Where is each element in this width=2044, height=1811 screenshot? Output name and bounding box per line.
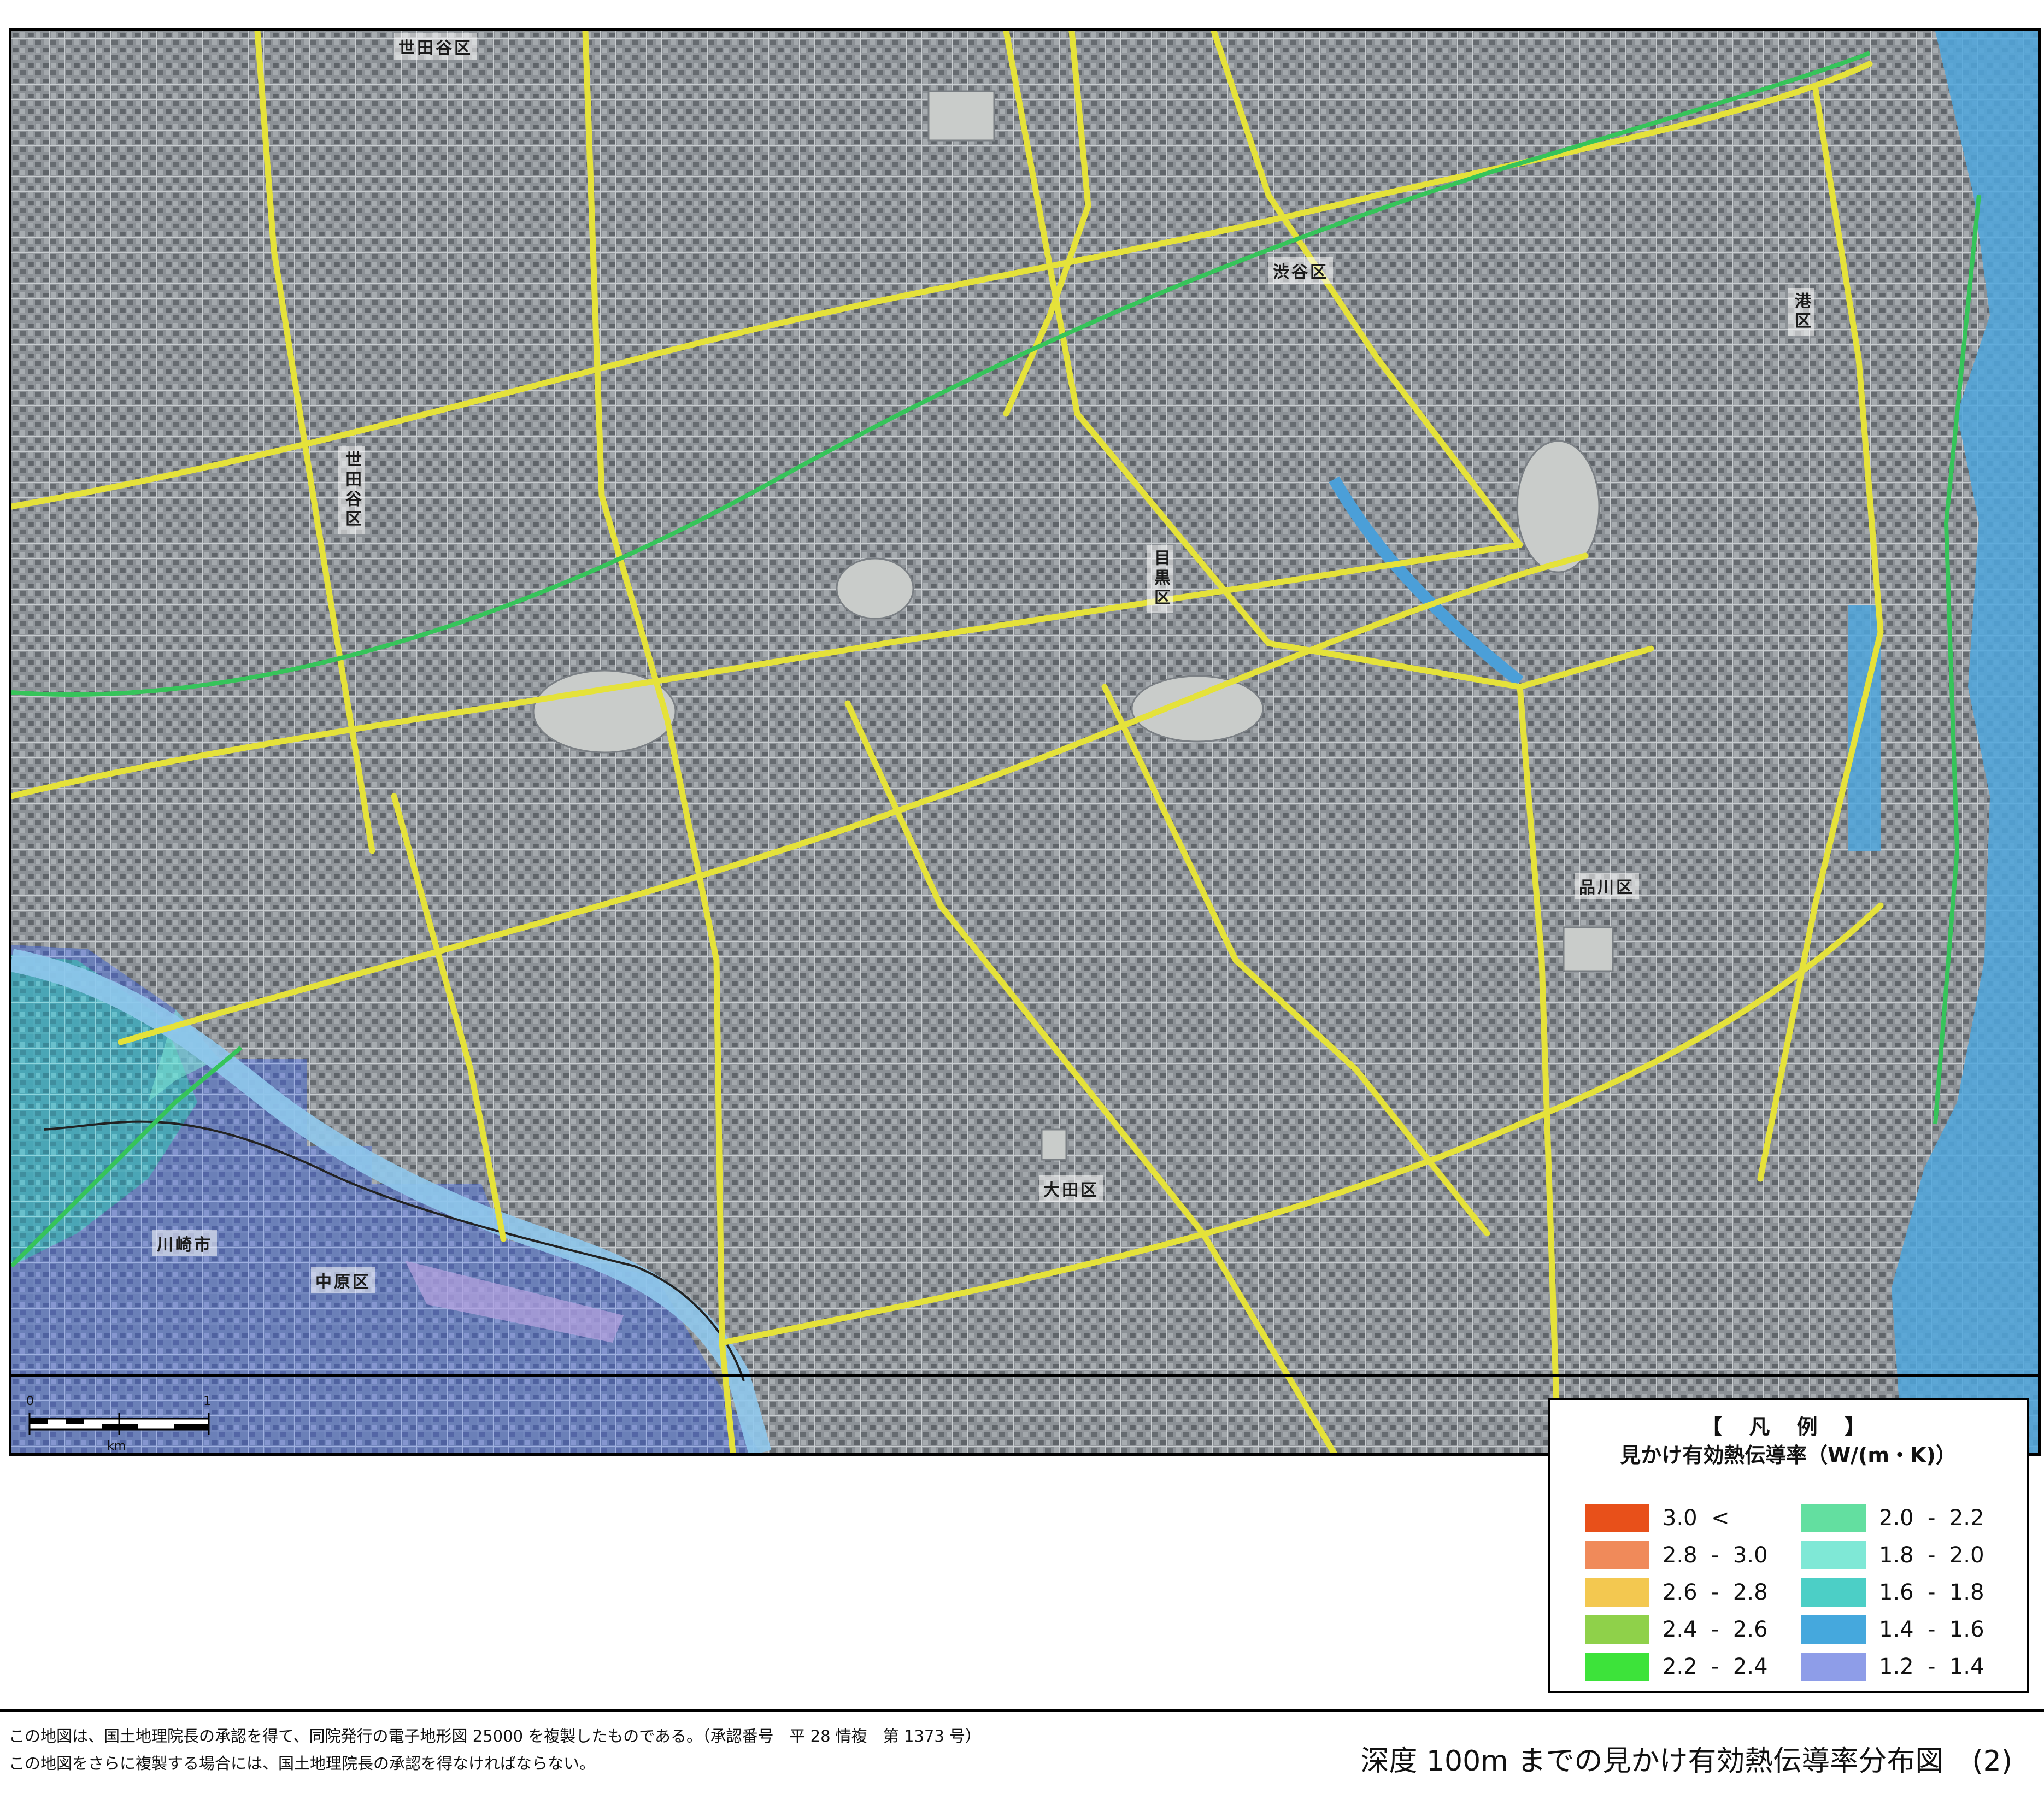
legend-item: 2.6 - 2.8	[1585, 1577, 1768, 1608]
legend-heading: 【 凡 例 】	[1701, 1415, 1875, 1439]
legend-item: 1.6 - 1.8	[1801, 1577, 1984, 1608]
legend-label: 2.8 - 3.0	[1663, 1543, 1768, 1568]
legend-swatch	[1585, 1653, 1649, 1681]
legend-item: 2.4 - 2.6	[1585, 1614, 1768, 1645]
legend-swatch	[1585, 1541, 1649, 1569]
legend-label: 3.0 <	[1663, 1506, 1730, 1531]
scale-bar: 0 1 km	[20, 1388, 216, 1459]
legend-swatch	[1801, 1653, 1866, 1681]
map-credit: この地図は、国土地理院長の承認を得て、同院発行の電子地形図 25000 を複製し…	[9, 1722, 981, 1777]
map-frame[interactable]: 世田谷区 世田谷区 渋谷区 港区 目黒区 品川区 大田区 川崎市 中原区	[9, 28, 2041, 1456]
ward-label-nakahara: 中原区	[311, 1267, 375, 1293]
scale-unit: km	[107, 1439, 126, 1453]
legend-item: 2.2 - 2.4	[1585, 1651, 1768, 1682]
scale-one: 1	[203, 1395, 211, 1408]
footer-divider	[0, 1709, 2044, 1712]
ward-label-meguro: 目黒区	[1147, 545, 1173, 613]
ward-label-setagaya-top: 世田谷区	[394, 33, 477, 60]
legend-label: 2.0 - 2.2	[1879, 1506, 1984, 1531]
legend-label: 2.4 - 2.6	[1663, 1617, 1768, 1642]
credit-line-1: この地図は、国土地理院長の承認を得て、同院発行の電子地形図 25000 を複製し…	[9, 1727, 982, 1745]
ward-label-shinagawa: 品川区	[1575, 873, 1639, 899]
ward-label-minato: 港区	[1788, 288, 1814, 336]
legend-item: 2.0 - 2.2	[1801, 1503, 1984, 1533]
legend-swatch	[1801, 1541, 1866, 1569]
legend-swatch	[1801, 1578, 1866, 1607]
legend-swatch	[1585, 1504, 1649, 1532]
legend-item: 3.0 <	[1585, 1503, 1730, 1533]
legend-item: 1.2 - 1.4	[1801, 1651, 1984, 1682]
legend-swatch	[1801, 1504, 1866, 1532]
legend-swatch	[1801, 1615, 1866, 1644]
ward-label-shibuya: 渋谷区	[1268, 257, 1333, 284]
legend-label: 1.8 - 2.0	[1879, 1543, 1984, 1568]
legend-label: 1.6 - 1.8	[1879, 1580, 1984, 1605]
legend-item: 2.8 - 3.0	[1585, 1540, 1768, 1571]
ward-label-setagaya: 世田谷区	[338, 446, 365, 534]
ward-label-kawasaki: 川崎市	[152, 1230, 217, 1256]
legend-swatch	[1585, 1615, 1649, 1644]
legend-item: 1.4 - 1.6	[1801, 1614, 1984, 1645]
legend-label: 1.2 - 1.4	[1879, 1654, 1984, 1679]
legend: 【 凡 例 】 見かけ有効熱伝導率（W/(m・K)） 3.0 < 2.8 - 3…	[1548, 1398, 2029, 1693]
ward-label-ota: 大田区	[1039, 1175, 1103, 1202]
credit-line-2: この地図をさらに複製する場合には、国土地理院長の承認を得なければならない。	[9, 1754, 596, 1773]
legend-label: 2.6 - 2.8	[1663, 1580, 1768, 1605]
figure-title: 深度 100m までの見かけ有効熱伝導率分布図 (2)	[1360, 1745, 2012, 1778]
legend-label: 1.4 - 1.6	[1879, 1617, 1984, 1642]
legend-label: 2.2 - 2.4	[1663, 1654, 1768, 1679]
legend-swatch	[1585, 1578, 1649, 1607]
legend-item: 1.8 - 2.0	[1801, 1540, 1984, 1571]
base-map[interactable]	[11, 31, 2038, 1453]
legend-subtitle: 見かけ有効熱伝導率（W/(m・K)）	[1620, 1443, 1957, 1467]
scale-zero: 0	[26, 1395, 34, 1408]
